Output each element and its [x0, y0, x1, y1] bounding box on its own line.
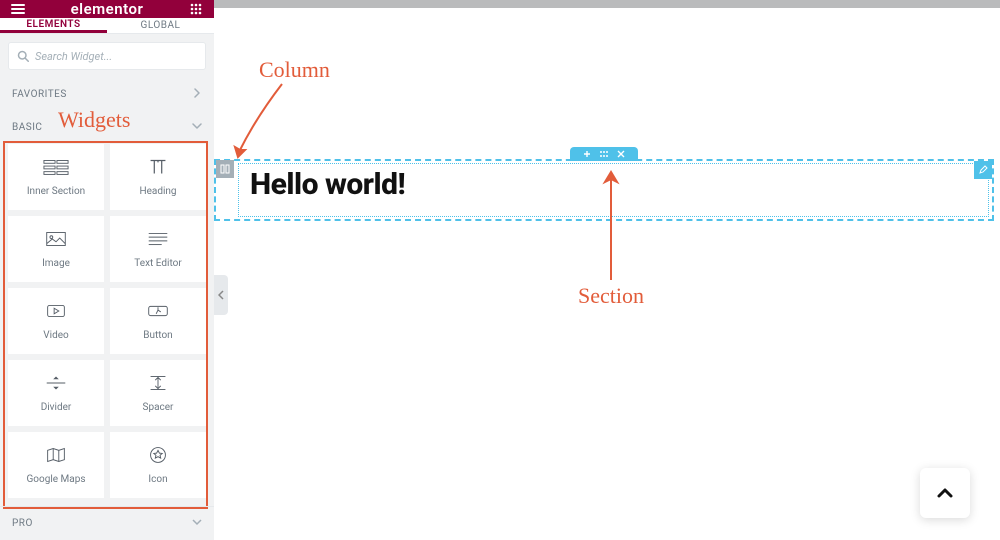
- video-icon: [43, 301, 69, 324]
- widget-video[interactable]: Video: [8, 288, 104, 354]
- widget-label: Inner Section: [27, 186, 85, 197]
- widget-button[interactable]: Button: [110, 288, 206, 354]
- spacer-icon: [145, 373, 171, 396]
- inner-section-icon: [43, 157, 69, 180]
- apps-icon[interactable]: [188, 1, 204, 17]
- widget-label: Text Editor: [134, 258, 181, 269]
- category-label: PRO: [12, 518, 33, 529]
- widget-label: Image: [42, 258, 70, 269]
- collapse-panel-button[interactable]: [214, 275, 228, 315]
- widget-text-editor[interactable]: Text Editor: [110, 216, 206, 282]
- category-label: FAVORITES: [12, 89, 67, 100]
- close-icon[interactable]: [617, 150, 625, 158]
- widget-label: Google Maps: [27, 474, 86, 485]
- widget-image[interactable]: Image: [8, 216, 104, 282]
- panel-header: elementor: [0, 0, 214, 18]
- chevron-right-icon: [192, 88, 202, 101]
- plus-icon[interactable]: [583, 150, 591, 158]
- widget-inner-section[interactable]: Inner Section: [8, 144, 104, 210]
- elementor-panel: elementor ELEMENTS GLOBAL Search Widget.…: [0, 0, 214, 540]
- widget-icon[interactable]: Icon: [110, 432, 206, 498]
- logo-text: elementor: [26, 0, 188, 18]
- widget-divider[interactable]: Divider: [8, 360, 104, 426]
- widget-label: Icon: [148, 474, 167, 485]
- drag-icon[interactable]: [599, 150, 609, 158]
- image-icon: [43, 229, 69, 252]
- widget-label: Button: [143, 330, 172, 341]
- menu-icon[interactable]: [10, 1, 26, 17]
- editor-canvas: Hello world! Column Section: [214, 0, 1000, 540]
- text-editor-icon: [145, 229, 171, 252]
- button-icon: [145, 301, 171, 324]
- widget-spacer[interactable]: Spacer: [110, 360, 206, 426]
- column-handle[interactable]: [216, 160, 234, 178]
- category-favorites[interactable]: FAVORITES: [0, 78, 214, 111]
- tab-global[interactable]: GLOBAL: [107, 18, 214, 33]
- annotation-column-arrow: [232, 80, 302, 162]
- heading-icon: [145, 157, 171, 180]
- widget-label: Video: [43, 330, 68, 341]
- chevron-down-icon: [192, 121, 202, 134]
- widget-label: Spacer: [143, 402, 174, 413]
- annotation-section: Section: [578, 283, 644, 309]
- tab-elements[interactable]: ELEMENTS: [0, 18, 107, 33]
- category-label: BASIC: [12, 122, 42, 133]
- search-placeholder: Search Widget...: [35, 50, 112, 63]
- section-handle[interactable]: [570, 147, 638, 161]
- widget-label: Heading: [139, 186, 176, 197]
- widgets-grid: Inner Section Heading Image Text Editor: [0, 144, 214, 506]
- chevron-down-icon: [192, 517, 202, 530]
- category-pro[interactable]: PRO: [0, 506, 214, 540]
- search-icon: [17, 50, 29, 62]
- widget-label: Divider: [41, 402, 72, 413]
- widget-google-maps[interactable]: Google Maps: [8, 432, 104, 498]
- star-icon: [145, 445, 171, 468]
- search-input[interactable]: Search Widget...: [8, 42, 206, 70]
- basic-section: Widgets BASIC Inner Section Heading: [0, 111, 214, 506]
- widget-heading[interactable]: Heading: [110, 144, 206, 210]
- scroll-top-button[interactable]: [920, 468, 970, 518]
- annotation-section-arrow: [597, 168, 627, 284]
- map-icon: [43, 445, 69, 468]
- divider-icon: [43, 373, 69, 396]
- heading-text[interactable]: Hello world!: [250, 167, 405, 202]
- category-basic[interactable]: BASIC: [0, 111, 214, 144]
- search-wrap: Search Widget...: [0, 34, 214, 78]
- panel-tabs: ELEMENTS GLOBAL: [0, 18, 214, 34]
- chevron-up-icon: [935, 483, 955, 503]
